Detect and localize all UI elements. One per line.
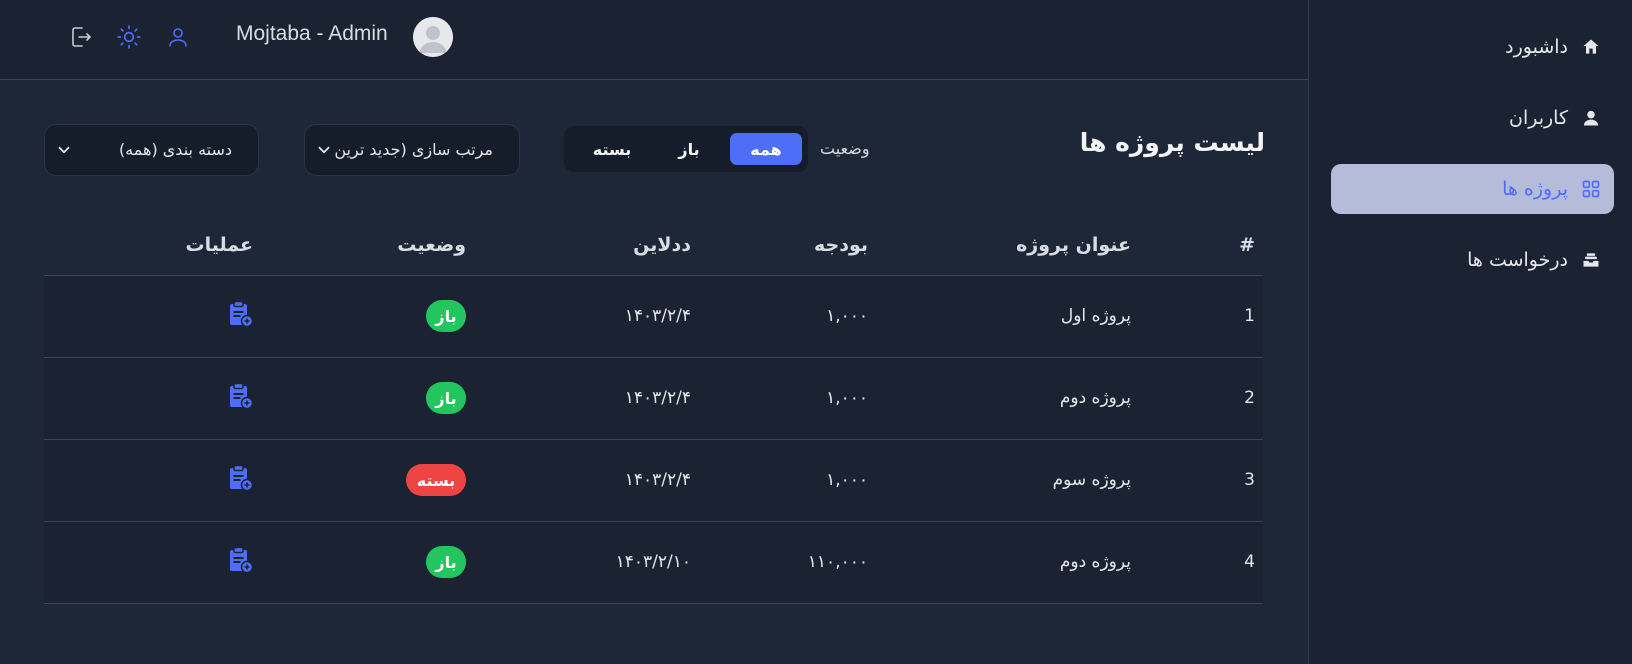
sun-icon[interactable] (115, 23, 143, 51)
app: Mojtaba - Admin داشبورد کاربران پروژه ها… (0, 0, 1632, 664)
row-deadline: ۱۴۰۳/۲/۱۰ (615, 552, 691, 572)
clipboard-add-icon[interactable] (228, 546, 254, 574)
projects-table: # عنوان پروژه بودجه ددلاین وضعیت عملیات … (44, 210, 1263, 604)
header-deadline: ددلاین (633, 234, 691, 256)
grid-icon (1580, 178, 1602, 200)
sidebar-item-label: داشبورد (1505, 36, 1568, 58)
row-index: 2 (1244, 388, 1255, 408)
row-index: 4 (1244, 552, 1255, 572)
sidebar: داشبورد کاربران پروژه ها درخواست ها (1308, 0, 1632, 664)
header-status: وضعیت (397, 234, 466, 256)
status-filter-closed[interactable]: بسته (574, 133, 650, 165)
header-title: عنوان پروژه (1016, 234, 1131, 256)
user-icon[interactable] (164, 23, 192, 51)
status-badge: باز (426, 382, 466, 414)
clipboard-add-icon[interactable] (228, 464, 254, 492)
clipboard-add-icon[interactable] (228, 300, 254, 328)
row-budget: ۱,۰۰۰ (826, 306, 868, 326)
table-row: 3 پروژه سوم ۱,۰۰۰ ۱۴۰۳/۲/۴ بسته (44, 440, 1263, 522)
table-row: 4 پروژه دوم ۱۱۰,۰۰۰ ۱۴۰۳/۲/۱۰ باز (44, 522, 1263, 604)
status-badge: باز (426, 546, 466, 578)
topbar: Mojtaba - Admin (0, 0, 1308, 80)
avatar[interactable] (413, 17, 453, 57)
sidebar-item-label: پروژه ها (1502, 178, 1568, 200)
row-deadline: ۱۴۰۳/۲/۴ (624, 470, 691, 490)
sidebar-item-label: کاربران (1508, 107, 1568, 129)
sort-select[interactable]: مرتب سازی (جدید ترین) (304, 124, 520, 176)
row-budget: ۱,۰۰۰ (826, 470, 868, 490)
logout-icon[interactable] (67, 23, 95, 51)
page-title: لیست پروژه ها (1079, 128, 1265, 157)
row-title: پروژه سوم (1052, 470, 1131, 490)
chevron-down-icon (58, 146, 70, 154)
table-row: 2 پروژه دوم ۱,۰۰۰ ۱۴۰۳/۲/۴ باز (44, 358, 1263, 440)
status-filter: همه باز بسته (564, 126, 808, 172)
category-select-value: دسته بندی (همه) (118, 140, 232, 159)
table-row: 1 پروژه اول ۱,۰۰۰ ۱۴۰۳/۲/۴ باز (44, 276, 1263, 358)
home-icon (1580, 36, 1602, 58)
user-icon (1580, 107, 1602, 129)
status-badge: باز (426, 300, 466, 332)
header-index: # (1239, 234, 1255, 256)
header-budget: بودجه (813, 234, 868, 256)
sidebar-item-projects[interactable]: پروژه ها (1331, 164, 1614, 214)
sort-select-value: مرتب سازی (جدید ترین) (333, 140, 493, 159)
clipboard-add-icon[interactable] (228, 382, 254, 410)
category-select[interactable]: دسته بندی (همه) (44, 124, 259, 176)
status-badge: بسته (406, 464, 466, 496)
sidebar-item-label: درخواست ها (1467, 249, 1568, 271)
chevron-down-icon (318, 146, 330, 154)
user-name: Mojtaba - Admin (236, 22, 388, 45)
row-index: 3 (1244, 470, 1255, 490)
sidebar-item-users[interactable]: کاربران (1331, 93, 1614, 143)
row-index: 1 (1244, 306, 1255, 326)
inbox-icon (1580, 249, 1602, 271)
sidebar-item-requests[interactable]: درخواست ها (1331, 235, 1614, 285)
row-deadline: ۱۴۰۳/۲/۴ (624, 388, 691, 408)
table-header: # عنوان پروژه بودجه ددلاین وضعیت عملیات (44, 210, 1263, 276)
row-title: پروژه دوم (1059, 552, 1131, 572)
status-filter-all[interactable]: همه (730, 133, 802, 165)
sidebar-item-dashboard[interactable]: داشبورد (1331, 22, 1614, 72)
status-filter-open[interactable]: باز (656, 133, 722, 165)
row-title: پروژه اول (1060, 306, 1131, 326)
row-title: پروژه دوم (1059, 388, 1131, 408)
status-filter-label: وضعیت (820, 139, 870, 158)
row-budget: ۱۱۰,۰۰۰ (807, 552, 868, 572)
row-budget: ۱,۰۰۰ (826, 388, 868, 408)
row-deadline: ۱۴۰۳/۲/۴ (624, 306, 691, 326)
header-actions: عملیات (185, 234, 253, 256)
